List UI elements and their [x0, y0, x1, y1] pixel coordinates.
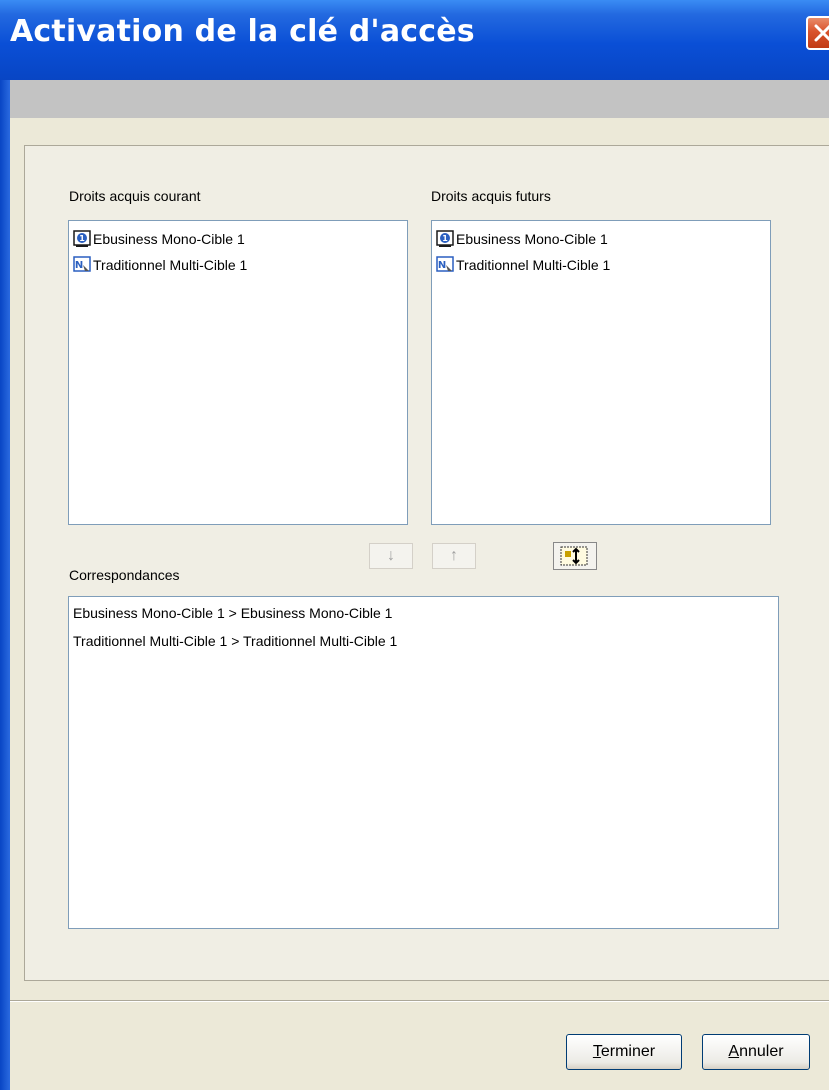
cancel-button[interactable]: Annuler [702, 1034, 810, 1070]
list-item[interactable]: 1 Ebusiness Mono-Cible 1 [436, 226, 608, 252]
mono-cible-icon: 1 [436, 230, 454, 247]
auto-map-icon [560, 546, 588, 566]
svg-text:N: N [438, 260, 446, 271]
future-rights-label: Droits acquis futurs [431, 188, 551, 204]
mono-cible-icon: 1 [73, 230, 91, 247]
finish-button[interactable]: Terminer [566, 1034, 682, 1070]
finish-label: erminer [600, 1043, 656, 1060]
close-icon [814, 24, 829, 42]
svg-text:N: N [75, 260, 83, 271]
footer-divider [10, 1000, 829, 1002]
header-strip [10, 80, 829, 118]
correspondances-label: Correspondances [69, 567, 180, 583]
move-up-button[interactable]: ↑ [432, 543, 476, 569]
item-label: Traditionnel Multi-Cible 1 [93, 257, 248, 273]
future-rights-list[interactable]: 1 Ebusiness Mono-Cible 1 N Traditionnel … [431, 220, 771, 525]
svg-text:1: 1 [442, 234, 448, 243]
svg-text:1: 1 [79, 234, 85, 243]
current-rights-label: Droits acquis courant [69, 188, 201, 204]
move-down-button[interactable]: ↓ [369, 543, 413, 569]
item-label: Traditionnel Multi-Cible 1 [456, 257, 611, 273]
list-item[interactable]: N Traditionnel Multi-Cible 1 [73, 252, 247, 278]
mapping-row[interactable]: Ebusiness Mono-Cible 1 > Ebusiness Mono-… [73, 605, 392, 621]
list-item[interactable]: N Traditionnel Multi-Cible 1 [436, 252, 610, 278]
current-rights-list[interactable]: 1 Ebusiness Mono-Cible 1 N Traditionnel … [68, 220, 408, 525]
title-bar[interactable]: Activation de la clé d'accès [0, 0, 829, 80]
window-frame [0, 80, 10, 1090]
finish-accelerator: T [592, 1043, 601, 1060]
auto-map-button[interactable] [553, 542, 597, 570]
cancel-label: nnuler [739, 1043, 784, 1060]
item-label: Ebusiness Mono-Cible 1 [93, 231, 245, 247]
close-button[interactable] [806, 16, 829, 50]
item-label: Ebusiness Mono-Cible 1 [456, 231, 608, 247]
cancel-accelerator: A [728, 1043, 740, 1060]
list-item[interactable]: 1 Ebusiness Mono-Cible 1 [73, 226, 245, 252]
multi-cible-icon: N [73, 256, 91, 272]
multi-cible-icon: N [436, 256, 454, 272]
up-arrow-icon: ↑ [450, 547, 458, 564]
dialog-window: Activation de la clé d'accès Droits acqu… [0, 0, 829, 1090]
window-title: Activation de la clé d'accès [10, 14, 475, 49]
correspondances-list[interactable]: Ebusiness Mono-Cible 1 > Ebusiness Mono-… [68, 596, 779, 929]
down-arrow-icon: ↓ [387, 547, 395, 564]
mapping-row[interactable]: Traditionnel Multi-Cible 1 > Traditionne… [73, 633, 397, 649]
